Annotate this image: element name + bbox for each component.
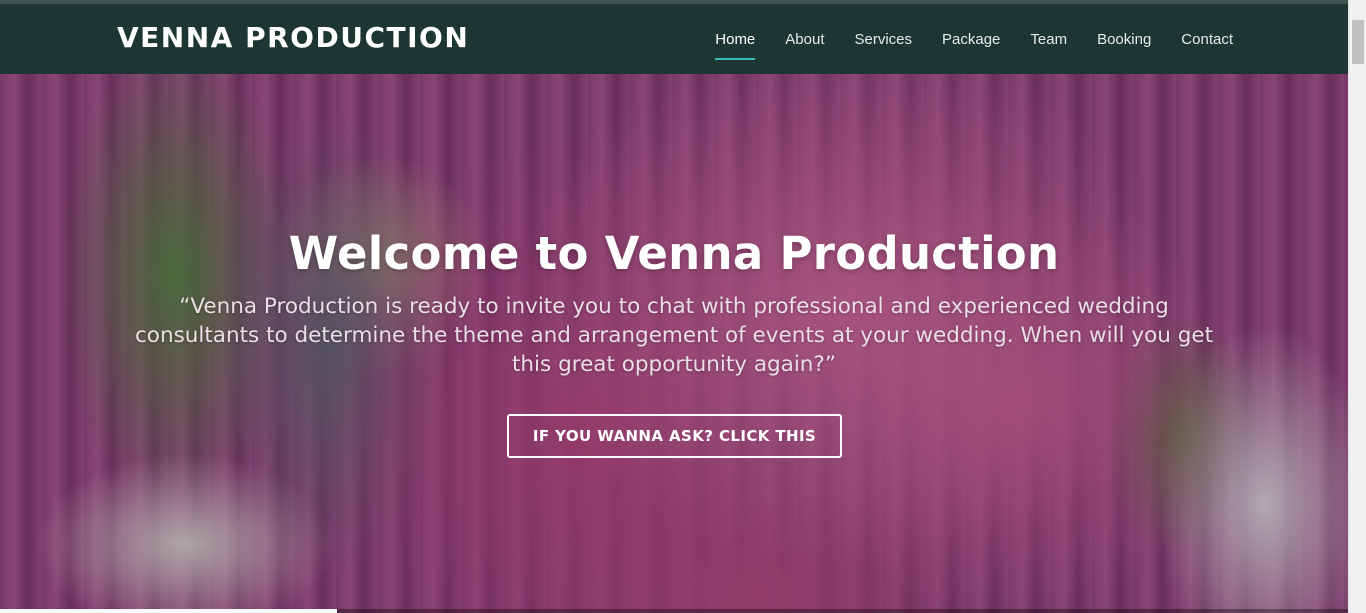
- slide-progress-bar: [0, 609, 1348, 613]
- navbar: VENNA PRODUCTION Home About Services Pac…: [0, 4, 1348, 74]
- ask-button[interactable]: IF YOU WANNA ASK? CLICK THIS: [507, 414, 842, 458]
- nav-item-booking[interactable]: Booking: [1097, 4, 1151, 74]
- hero-title: Welcome to Venna Production: [288, 227, 1060, 280]
- nav-item-contact[interactable]: Contact: [1181, 4, 1233, 74]
- scrollbar-thumb[interactable]: [1352, 20, 1364, 64]
- hero-content: Welcome to Venna Production “Venna Produ…: [0, 74, 1348, 613]
- brand-logo[interactable]: VENNA PRODUCTION: [117, 21, 469, 55]
- hero-subtitle: “Venna Production is ready to invite you…: [134, 294, 1214, 377]
- nav-item-about[interactable]: About: [785, 4, 824, 74]
- nav-item-team[interactable]: Team: [1030, 4, 1067, 74]
- hero-section: Welcome to Venna Production “Venna Produ…: [0, 74, 1348, 613]
- page-scrollbar[interactable]: [1348, 0, 1366, 613]
- nav-item-package[interactable]: Package: [942, 4, 1000, 74]
- nav-item-services[interactable]: Services: [854, 4, 912, 74]
- slide-progress-fill: [0, 609, 337, 613]
- main-nav: Home About Services Package Team Booking…: [715, 4, 1233, 74]
- nav-item-home[interactable]: Home: [715, 4, 756, 74]
